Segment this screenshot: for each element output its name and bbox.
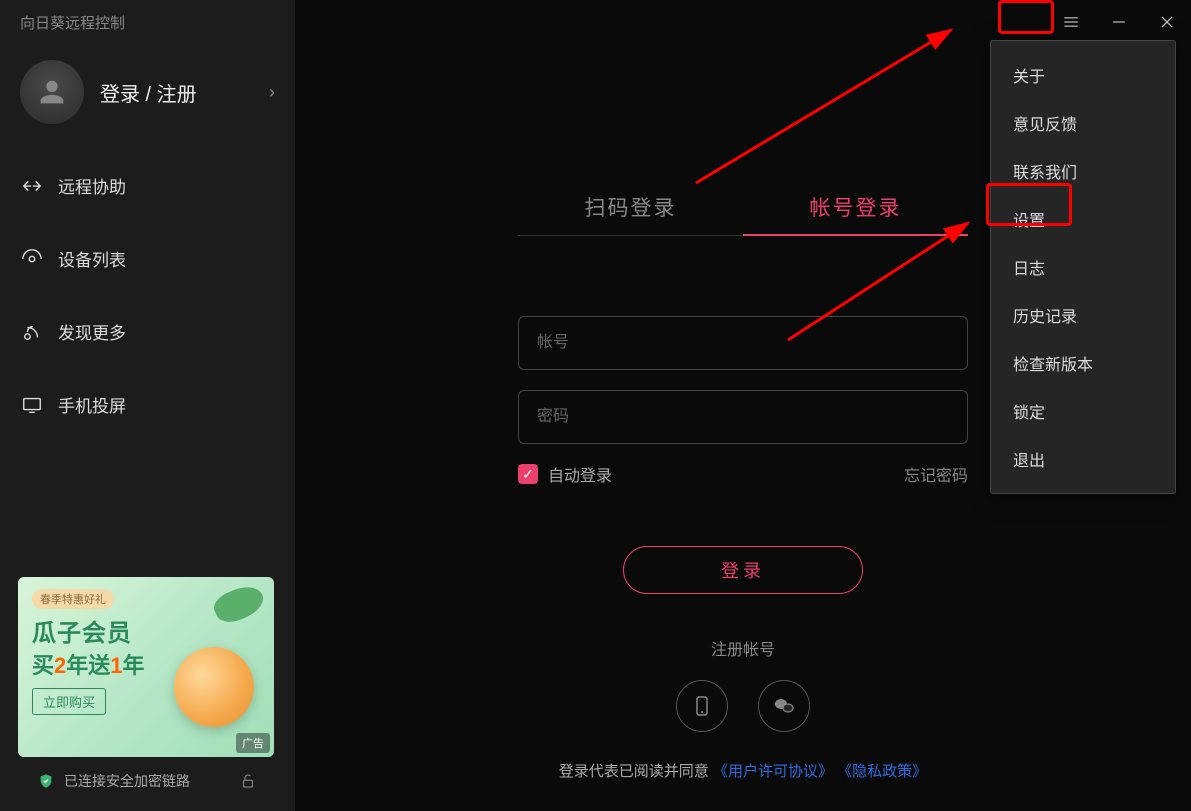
- auto-login-checkbox[interactable]: ✓ 自动登录: [518, 462, 612, 486]
- nav-label: 设备列表: [58, 246, 126, 271]
- privacy-policy-link[interactable]: 《隐私政策》: [837, 763, 927, 780]
- connection-status: 已连接安全加密链路: [18, 757, 277, 791]
- app-title: 向日葵远程控制: [0, 0, 295, 45]
- tab-scan-login[interactable]: 扫码登录: [518, 180, 743, 235]
- promo-ad[interactable]: 春季特惠好礼 瓜子会员 买2年送1年 立即购买 广告: [18, 577, 274, 757]
- login-register-label: 登录 / 注册: [100, 78, 269, 107]
- social-login-row: [676, 680, 810, 732]
- close-button[interactable]: [1143, 2, 1191, 42]
- forgot-password-link[interactable]: 忘记密码: [904, 462, 968, 486]
- minimize-icon: [1109, 12, 1129, 32]
- ad-coin-graphic: [174, 647, 254, 727]
- login-form: ✓ 自动登录 忘记密码 登录 注册帐号: [518, 316, 968, 660]
- nav-discover-more[interactable]: 发现更多: [0, 295, 295, 368]
- hamburger-dropdown: 关于 意见反馈 联系我们 设置 日志 历史记录 检查新版本 锁定 退出: [990, 40, 1176, 494]
- remote-assist-icon: [20, 174, 44, 198]
- discover-icon: [20, 320, 44, 344]
- phone-login-button[interactable]: [676, 680, 728, 732]
- login-panel: 扫码登录 帐号登录 ✓ 自动登录 忘记密码 登录 注册帐号: [518, 180, 968, 660]
- wechat-login-button[interactable]: [758, 680, 810, 732]
- menu-history[interactable]: 历史记录: [991, 291, 1175, 339]
- menu-feedback[interactable]: 意见反馈: [991, 99, 1175, 147]
- nav-device-list[interactable]: 设备列表: [0, 222, 295, 295]
- menu-contact[interactable]: 联系我们: [991, 147, 1175, 195]
- phone-cast-icon: [20, 393, 44, 417]
- titlebar: [1047, 0, 1191, 44]
- password-input[interactable]: [518, 390, 968, 444]
- account-input[interactable]: [518, 316, 968, 370]
- chevron-right-icon: ›: [269, 82, 275, 103]
- menu-exit[interactable]: 退出: [991, 435, 1175, 483]
- unlock-icon[interactable]: [239, 772, 257, 790]
- menu-lock[interactable]: 锁定: [991, 387, 1175, 435]
- shield-check-icon: [38, 773, 54, 789]
- login-tabs: 扫码登录 帐号登录: [518, 180, 968, 236]
- auto-login-label: 自动登录: [548, 462, 612, 486]
- phone-icon: [690, 694, 714, 718]
- nav-remote-assist[interactable]: 远程协助: [0, 149, 295, 222]
- hamburger-icon: [1061, 12, 1081, 32]
- checkbox-checked-icon: ✓: [518, 464, 538, 484]
- sidebar-bottom: 春季特惠好礼 瓜子会员 买2年送1年 立即购买 广告 已连接安全加密链路: [0, 577, 295, 811]
- menu-check-update[interactable]: 检查新版本: [991, 339, 1175, 387]
- login-register-row[interactable]: 登录 / 注册 ›: [0, 45, 295, 149]
- status-text: 已连接安全加密链路: [64, 771, 190, 791]
- menu-button[interactable]: [1047, 2, 1095, 42]
- device-list-icon: [20, 247, 44, 271]
- close-icon: [1157, 12, 1177, 32]
- nav-phone-cast[interactable]: 手机投屏: [0, 368, 295, 441]
- tab-account-login[interactable]: 帐号登录: [743, 180, 968, 236]
- menu-logs[interactable]: 日志: [991, 243, 1175, 291]
- user-agreement-link[interactable]: 《用户许可协议》: [713, 763, 833, 780]
- menu-settings[interactable]: 设置: [991, 195, 1175, 243]
- avatar-placeholder: [20, 60, 84, 124]
- register-account-link[interactable]: 注册帐号: [711, 636, 775, 660]
- wechat-icon: [772, 694, 796, 718]
- sidebar: 向日葵远程控制 登录 / 注册 › 远程协助 设备列表 发现更多 手机投屏: [0, 0, 295, 811]
- ad-indicator: 广告: [236, 733, 270, 753]
- nav-label: 远程协助: [58, 173, 126, 198]
- ad-badge: 春季特惠好礼: [32, 589, 114, 609]
- nav-label: 手机投屏: [58, 392, 126, 417]
- form-options-row: ✓ 自动登录 忘记密码: [518, 462, 968, 486]
- menu-about[interactable]: 关于: [991, 51, 1175, 99]
- login-button[interactable]: 登录: [623, 546, 863, 594]
- nav-label: 发现更多: [58, 319, 126, 344]
- minimize-button[interactable]: [1095, 2, 1143, 42]
- ad-cta-button[interactable]: 立即购买: [32, 688, 106, 715]
- consent-text: 登录代表已阅读并同意 《用户许可协议》 《隐私政策》: [559, 760, 927, 781]
